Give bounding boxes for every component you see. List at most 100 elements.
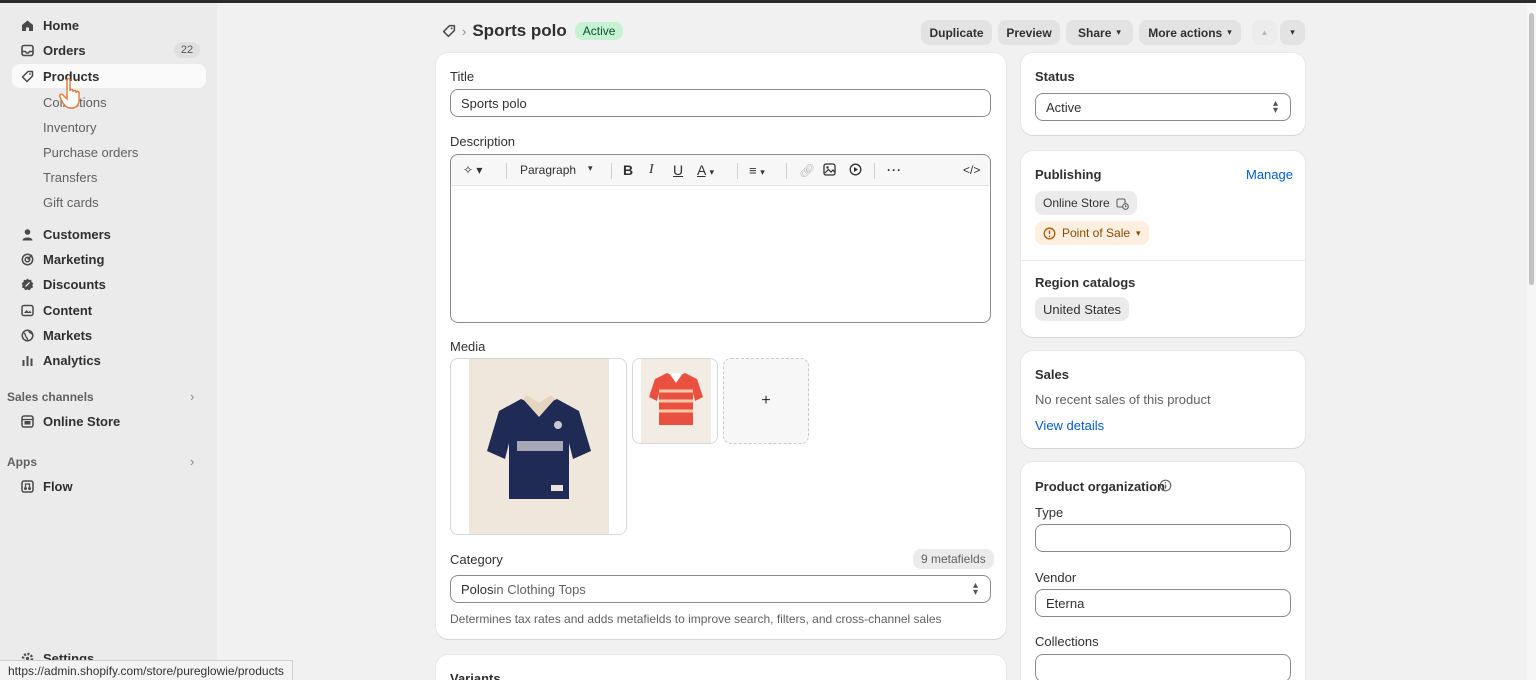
share-label: Share	[1078, 25, 1112, 40]
insert-video-icon[interactable]	[849, 163, 862, 179]
sidebar-subitem-gift-cards[interactable]: Gift cards	[43, 195, 99, 210]
content-icon	[20, 303, 34, 317]
duplicate-label: Duplicate	[929, 25, 984, 40]
sidebar-subitem-transfers[interactable]: Transfers	[43, 170, 97, 185]
chevron-right-icon[interactable]: ›	[190, 454, 194, 469]
apps-heading[interactable]: Apps	[7, 455, 37, 469]
toolbar-divider	[611, 163, 612, 179]
sidebar-item-content[interactable]: Content	[12, 298, 206, 322]
sidebar-item-marketing[interactable]: Marketing	[12, 247, 206, 271]
chevron-down-icon: ▾	[588, 163, 593, 173]
title-input[interactable]: Sports polo	[450, 89, 991, 117]
discount-icon	[20, 277, 34, 291]
insert-image-icon[interactable]	[823, 163, 836, 179]
divider	[1021, 260, 1305, 261]
publishing-card: Publishing Manage Online Store Point of …	[1021, 151, 1305, 337]
globe-icon	[20, 328, 34, 342]
page-header: › Sports polo Active	[442, 17, 624, 45]
sidebar-item-markets[interactable]: Markets	[12, 323, 206, 347]
manage-link[interactable]: Manage	[1246, 167, 1293, 182]
align-icon[interactable]: ≡ ▾	[749, 163, 765, 178]
description-editor[interactable]	[450, 186, 991, 323]
select-chevrons-icon: ▴ ▾	[972, 580, 978, 598]
media-primary-image[interactable]	[450, 358, 627, 535]
more-options-icon[interactable]: ···	[887, 163, 902, 177]
sidebar-item-label: Content	[43, 302, 93, 318]
more-actions-button[interactable]: More actions ▾	[1139, 20, 1241, 45]
sidebar-item-online-store[interactable]: Online Store	[12, 409, 206, 433]
scrollbar-thumb[interactable]	[1529, 13, 1534, 285]
sidebar-item-label: Markets	[43, 327, 93, 343]
sales-empty-text: No recent sales of this product	[1035, 392, 1211, 407]
bar-chart-icon	[20, 353, 34, 367]
title-label: Title	[450, 69, 475, 84]
breadcrumb-separator-icon: ›	[462, 23, 467, 39]
sales-channels-heading[interactable]: Sales channels	[7, 390, 94, 404]
title-input-value: Sports polo	[461, 95, 527, 111]
preview-button[interactable]: Preview	[998, 20, 1060, 45]
vendor-input-value: Eterna	[1046, 595, 1085, 611]
italic-icon[interactable]: I	[649, 162, 654, 178]
status-card: Status Active ▴ ▾	[1021, 53, 1305, 135]
sidebar-item-analytics[interactable]: Analytics	[12, 348, 206, 372]
metafields-badge-label: 9 metafields	[921, 552, 986, 566]
more-actions-label: More actions	[1148, 25, 1223, 40]
status-select[interactable]: Active ▴ ▾	[1035, 93, 1291, 121]
chevron-right-icon[interactable]: ›	[190, 389, 194, 404]
sidebar-item-discounts[interactable]: Discounts	[12, 272, 206, 296]
text-color-icon[interactable]: A ▾	[697, 162, 714, 178]
previous-product-button[interactable]: ▴	[1252, 20, 1277, 45]
view-details-link[interactable]: View details	[1035, 418, 1104, 433]
add-media-button[interactable]: +	[723, 358, 809, 444]
page-scrollbar[interactable]	[1527, 3, 1536, 680]
share-button[interactable]: Share ▾	[1066, 20, 1133, 45]
region-value: United States	[1043, 301, 1122, 317]
sidebar-item-customers[interactable]: Customers	[12, 222, 206, 246]
page-title: Sports polo	[472, 21, 567, 40]
sidebar-subitem-purchase-orders[interactable]: Purchase orders	[43, 145, 138, 160]
category-select[interactable]: Polos in Clothing Tops ▴ ▾	[450, 575, 991, 603]
calendar-clock-icon	[1116, 197, 1129, 210]
orders-count-badge: 22	[174, 42, 200, 58]
toolbar-divider	[506, 163, 507, 179]
toolbar-divider	[737, 163, 738, 179]
vendor-input[interactable]: Eterna	[1035, 589, 1291, 617]
media-secondary-image[interactable]	[632, 358, 718, 444]
point-of-sale-label: Point of Sale	[1062, 226, 1131, 240]
sidebar-item-label: Flow	[43, 478, 73, 494]
sidebar-item-products[interactable]: Products	[12, 64, 206, 88]
region-catalogs-label: Region catalogs	[1035, 275, 1136, 290]
next-product-button[interactable]: ▾	[1280, 20, 1305, 45]
paragraph-format-select[interactable]: Paragraph ▾	[520, 163, 593, 177]
sidebar: Home Orders 22 Products Collections Inve…	[0, 3, 217, 680]
category-help-text: Determines tax rates and adds metafields…	[450, 612, 942, 626]
type-input[interactable]	[1035, 524, 1291, 552]
category-parent: in Clothing Tops	[493, 581, 586, 597]
link-icon[interactable]: 🔗︎	[799, 163, 816, 179]
description-label: Description	[450, 134, 516, 149]
sidebar-subitem-inventory[interactable]: Inventory	[43, 120, 96, 135]
type-label: Type	[1035, 505, 1064, 520]
duplicate-button[interactable]: Duplicate	[921, 20, 992, 45]
bold-icon[interactable]: B	[623, 162, 633, 178]
sidebar-item-label: Discounts	[43, 276, 106, 292]
point-of-sale-badge[interactable]: Point of Sale ▾	[1035, 221, 1149, 245]
collections-input[interactable]	[1035, 654, 1291, 680]
sidebar-item-flow[interactable]: Flow	[12, 474, 206, 498]
code-view-icon[interactable]: </>	[963, 163, 980, 177]
preview-label: Preview	[1006, 25, 1052, 40]
category-label: Category	[450, 552, 503, 567]
product-details-card: Title Sports polo Description ✧ ▾ Paragr…	[436, 53, 1006, 639]
underline-icon[interactable]: U	[673, 162, 683, 178]
tag-icon[interactable]	[442, 24, 456, 38]
chevron-up-icon: ▴	[1262, 27, 1267, 37]
variants-label: Variants	[450, 671, 501, 680]
product-organization-label: Product organization	[1035, 479, 1165, 494]
collections-label: Collections	[1035, 634, 1099, 649]
category-value: Polos	[461, 581, 494, 597]
info-icon[interactable]	[1159, 479, 1172, 495]
paragraph-label: Paragraph	[520, 163, 577, 177]
magic-sparkle-icon[interactable]: ✧ ▾	[463, 163, 482, 177]
sidebar-item-home[interactable]: Home	[12, 13, 206, 37]
sidebar-item-orders[interactable]: Orders 22	[12, 38, 206, 62]
